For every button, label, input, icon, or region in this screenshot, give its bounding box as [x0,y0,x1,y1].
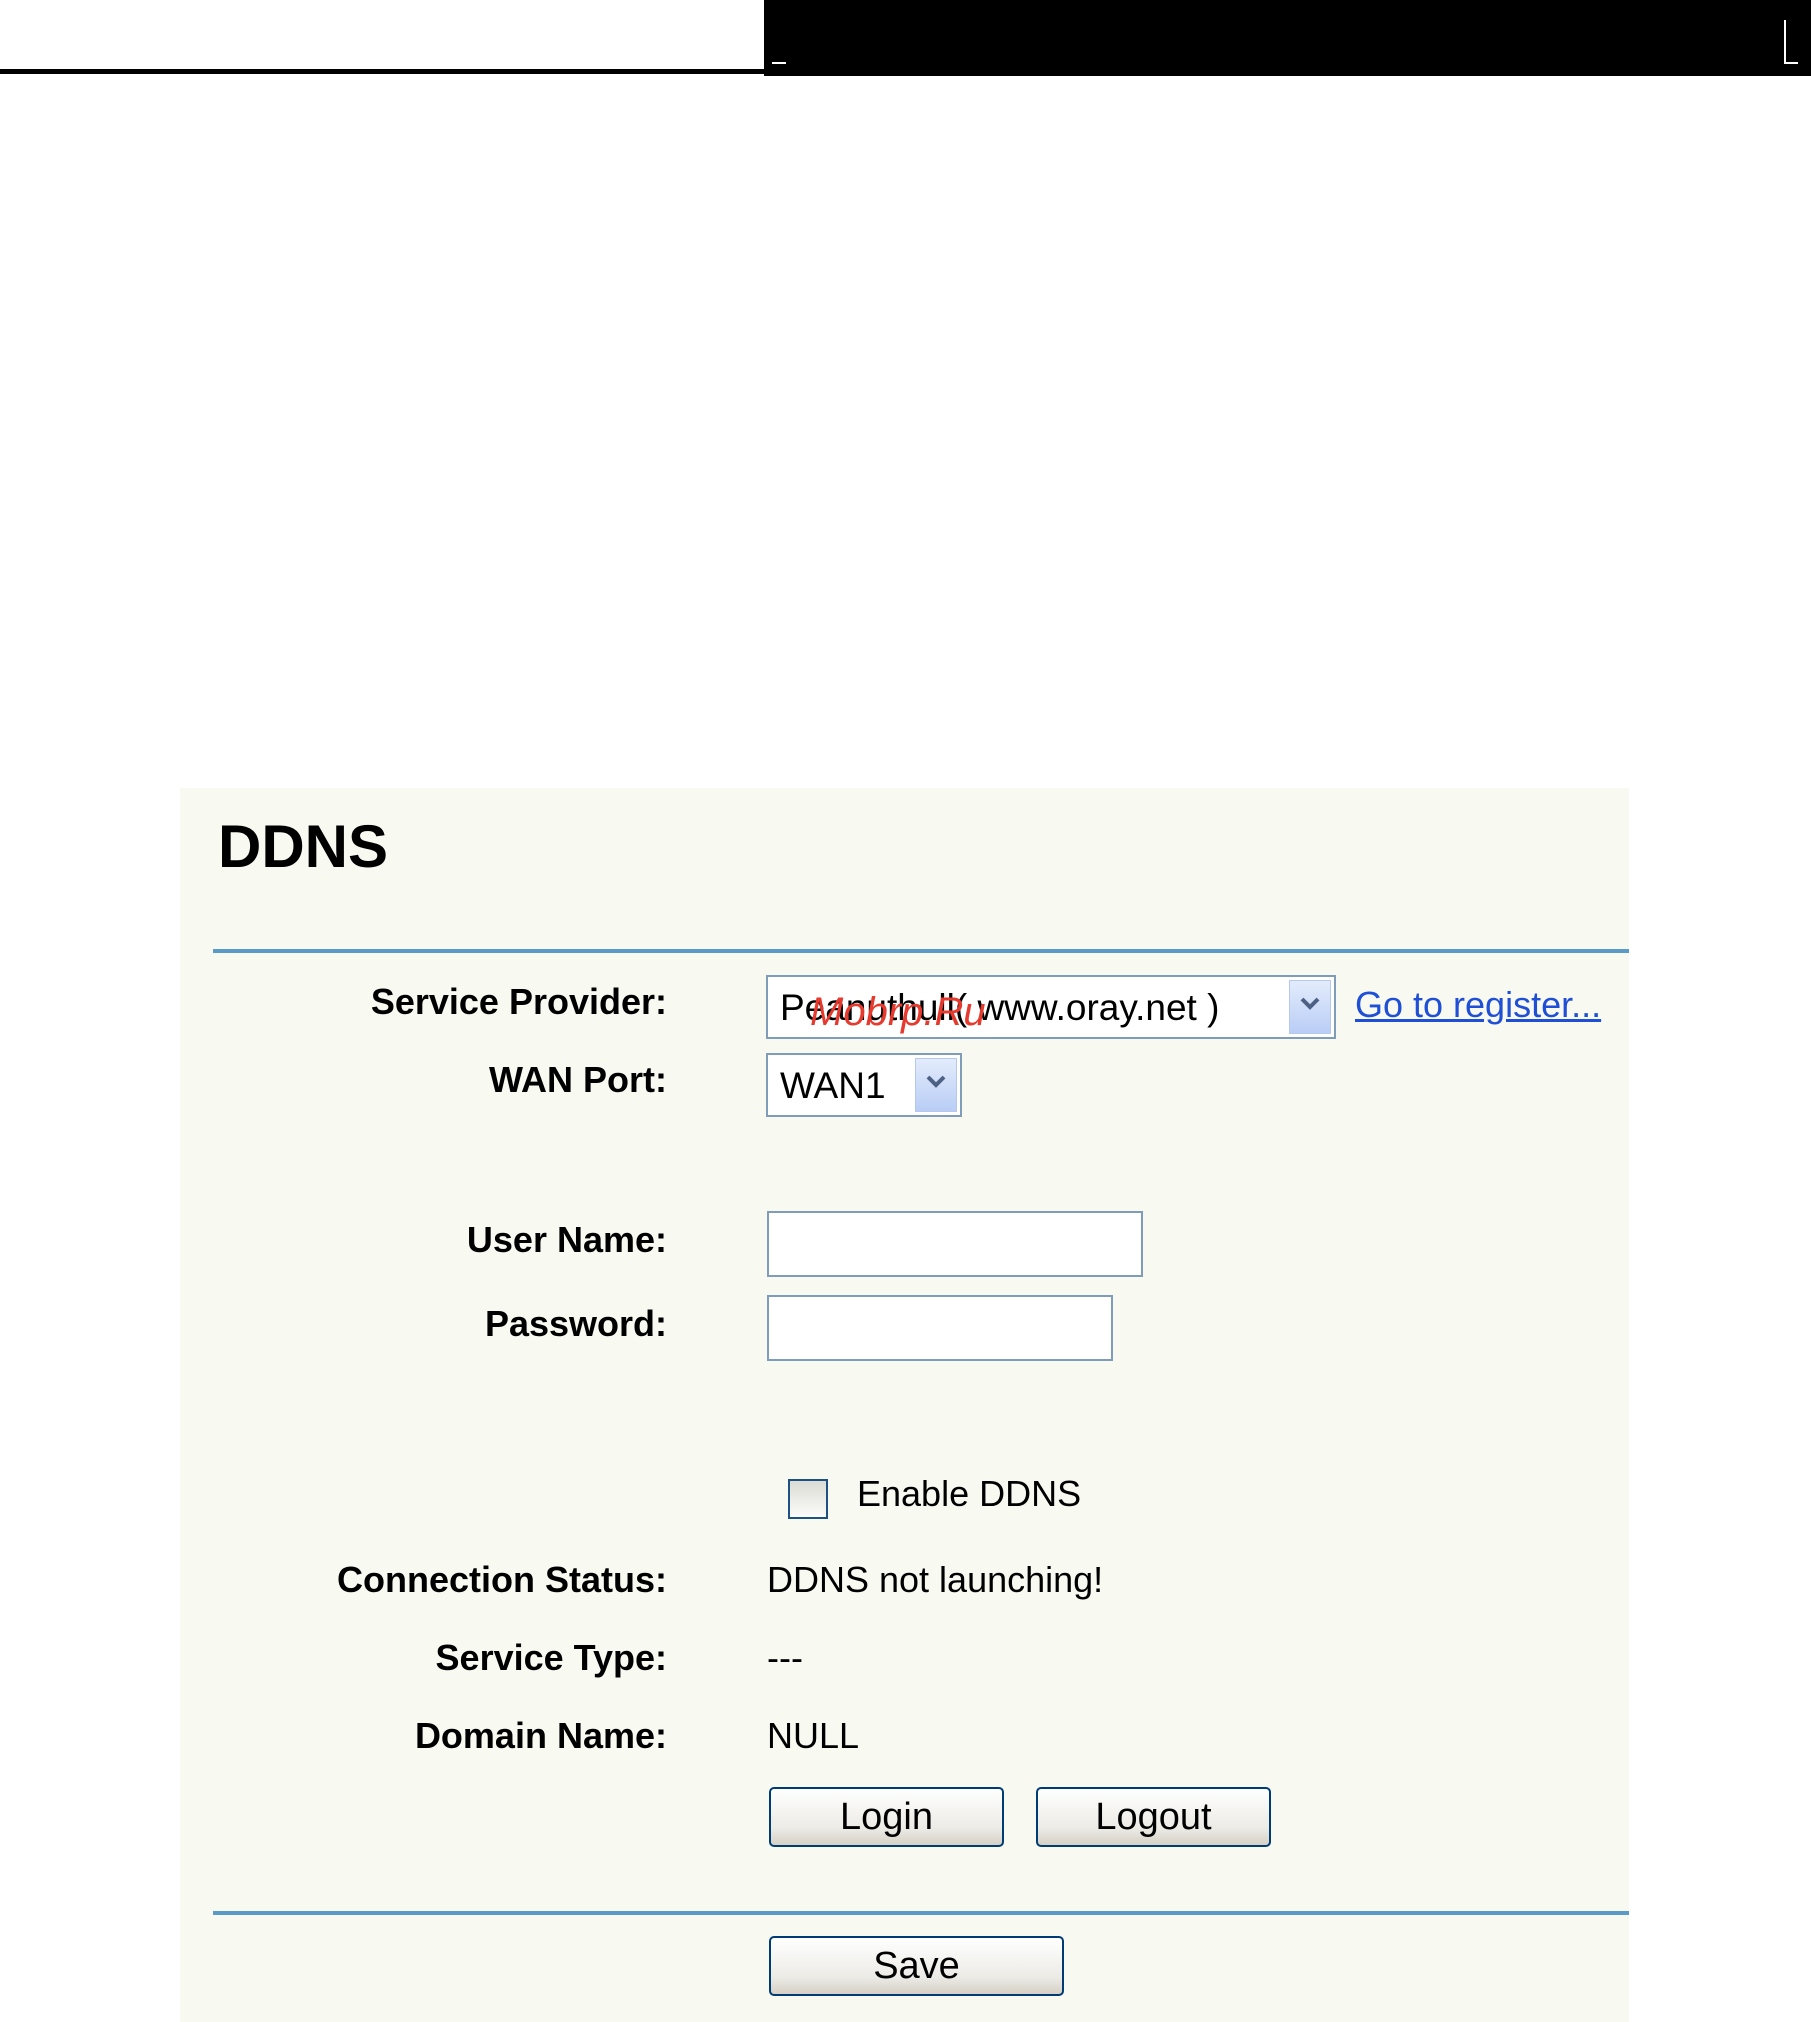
enable-ddns-checkbox[interactable] [788,1479,828,1519]
top-divider [213,949,1629,953]
domain-name-label: Domain Name: [414,1715,667,1756]
header-corner-mark-left [772,62,786,64]
user-name-input[interactable] [767,1211,1143,1277]
wan-port-label: WAN Port: [489,1059,667,1100]
user-name-label: User Name: [466,1219,667,1260]
password-label: Password: [484,1303,667,1344]
domain-name-value: NULL [767,1715,860,1756]
enable-ddns-label: Enable DDNS [857,1473,1082,1514]
login-button[interactable]: Login [769,1787,1004,1847]
service-provider-dropdown-button[interactable] [1289,980,1331,1034]
service-type-label: Service Type: [435,1637,667,1678]
service-type-value: --- [767,1637,803,1678]
wan-port-select[interactable]: WAN1 [766,1053,962,1117]
header-corner-mark-right-foot [1784,62,1798,64]
chevron-down-icon [926,1075,946,1088]
connection-status-value: DDNS not launching! [767,1559,1104,1600]
wan-port-dropdown-button[interactable] [915,1058,957,1112]
service-provider-label: Service Provider: [370,981,667,1022]
header-corner-mark-right [1784,20,1786,64]
header-rule [0,69,764,74]
go-to-register-link[interactable]: Go to register... [1355,983,1601,1027]
wan-port-value: WAN1 [780,1065,886,1106]
header-bar [764,0,1811,76]
page-title: DDNS [218,813,389,880]
password-input[interactable] [767,1295,1113,1361]
logout-button[interactable]: Logout [1036,1787,1271,1847]
save-button[interactable]: Save [769,1936,1064,1996]
chevron-down-icon [1300,997,1320,1010]
connection-status-label: Connection Status: [337,1559,667,1600]
watermark: Mobrp.Ru [810,990,986,1034]
bottom-divider [213,1911,1629,1915]
